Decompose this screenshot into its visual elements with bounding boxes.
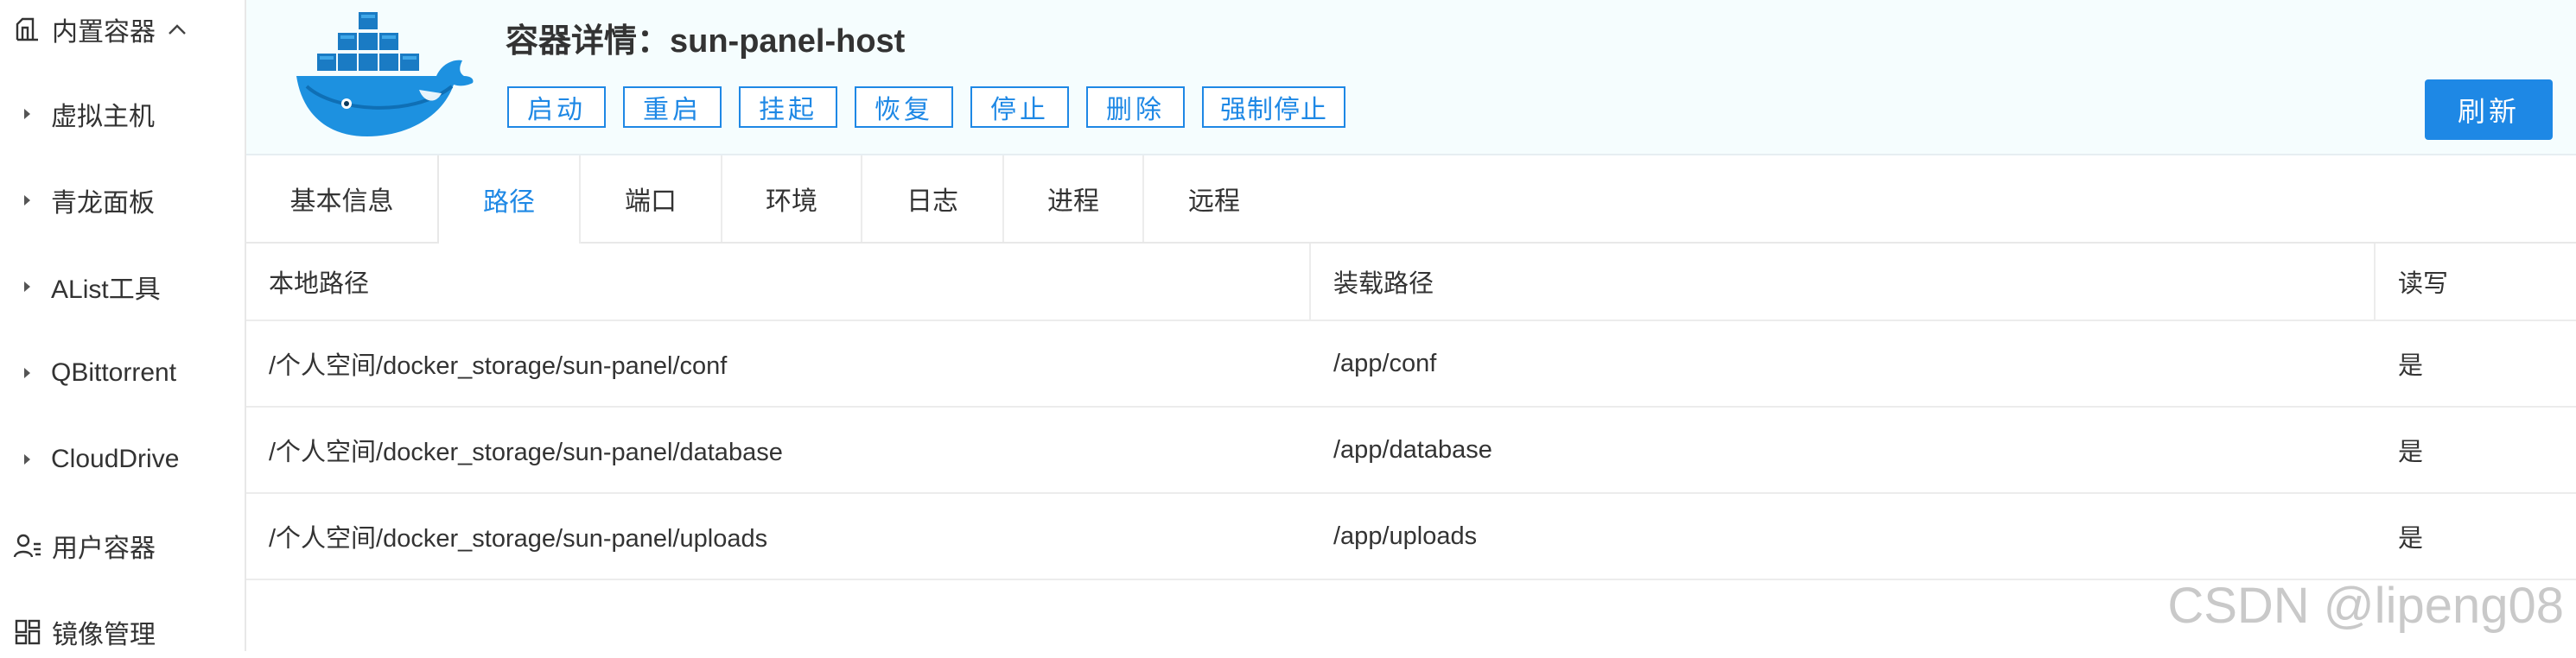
- tab-basic-info[interactable]: 基本信息: [246, 155, 439, 242]
- table-header-row: 本地路径 装载路径 读写: [246, 244, 2576, 321]
- sidebar-group-builtin-containers[interactable]: 内置容器: [0, 3, 187, 55]
- watermark: CSDN @lipeng08: [2167, 578, 2564, 634]
- column-header-mount-path: 装载路径: [1311, 244, 2376, 320]
- sidebar-item-label: 镜像管理: [52, 621, 156, 649]
- sidebar-item-alist[interactable]: AList工具: [0, 261, 161, 313]
- caret-right-icon: [24, 454, 30, 465]
- detail-tabs: 基本信息 路径 端口 环境 日志 进程 远程: [246, 155, 2576, 244]
- tab-environment[interactable]: 环境: [722, 155, 862, 242]
- mount-path-cell: /app/uploads: [1333, 522, 1478, 550]
- tab-paths[interactable]: 路径: [437, 155, 581, 244]
- user-icon: [12, 530, 43, 561]
- column-header-read-write: 读写: [2398, 270, 2449, 298]
- mount-path-cell: /app/database: [1333, 435, 1492, 464]
- sidebar-item-virtual-host[interactable]: 虚拟主机: [0, 88, 155, 140]
- restart-button[interactable]: 重启: [623, 86, 722, 128]
- delete-button[interactable]: 删除: [1086, 86, 1185, 128]
- force-stop-button[interactable]: 强制停止: [1202, 86, 1345, 128]
- table-row: /个人空间/docker_storage/sun-panel/conf /app…: [246, 321, 2576, 408]
- refresh-button[interactable]: 刷新: [2425, 79, 2553, 140]
- caret-right-icon: [24, 282, 30, 292]
- resume-button[interactable]: 恢复: [855, 86, 953, 128]
- container-action-bar: 启动 重启 挂起 恢复 停止 删除 强制停止: [507, 86, 1345, 128]
- tab-logs[interactable]: 日志: [862, 155, 1004, 242]
- read-write-cell: 是: [2398, 525, 2424, 553]
- sidebar-item-image-management[interactable]: 镜像管理: [0, 606, 156, 658]
- sidebar: 内置容器 虚拟主机 青龙面板 AList工具 QBittorrent Cloud…: [0, 0, 246, 651]
- chevron-up-icon[interactable]: [168, 23, 187, 35]
- docker-logo-icon: [289, 7, 475, 149]
- sidebar-item-user-containers[interactable]: 用户容器: [0, 520, 156, 572]
- sidebar-item-label: 用户容器: [52, 535, 156, 563]
- container-detail-header: 容器详情：sun-panel-host 启动 重启 挂起 恢复 停止 删除 强制…: [246, 0, 2576, 155]
- tab-ports[interactable]: 端口: [581, 155, 722, 242]
- local-path-cell: /个人空间/docker_storage/sun-panel/conf: [269, 352, 728, 380]
- caret-right-icon: [24, 195, 30, 206]
- page-title: 容器详情：sun-panel-host: [506, 23, 906, 60]
- sidebar-item-qinglong[interactable]: 青龙面板: [0, 174, 155, 226]
- mount-path-cell: /app/conf: [1333, 349, 1437, 377]
- read-write-cell: 是: [2398, 439, 2424, 466]
- sidebar-item-clouddrive[interactable]: CloudDrive: [0, 433, 179, 485]
- local-path-cell: /个人空间/docker_storage/sun-panel/database: [269, 439, 783, 466]
- sidebar-group-label: 内置容器: [52, 18, 156, 47]
- read-write-cell: 是: [2398, 352, 2424, 380]
- start-button[interactable]: 启动: [507, 86, 606, 128]
- table-row: /个人空间/docker_storage/sun-panel/uploads /…: [246, 494, 2576, 580]
- stop-button[interactable]: 停止: [970, 86, 1069, 128]
- sidebar-item-label: 虚拟主机: [51, 103, 155, 131]
- local-path-cell: /个人空间/docker_storage/sun-panel/uploads: [269, 525, 768, 553]
- grid-icon: [12, 617, 43, 648]
- tab-processes[interactable]: 进程: [1004, 155, 1144, 242]
- table-row: /个人空间/docker_storage/sun-panel/database …: [246, 408, 2576, 494]
- column-header-local-path: 本地路径: [246, 244, 1311, 320]
- sidebar-item-label: CloudDrive: [51, 445, 180, 473]
- sidebar-item-label: 青龙面板: [51, 189, 155, 218]
- pause-button[interactable]: 挂起: [739, 86, 837, 128]
- sidebar-item-label: QBittorrent: [51, 358, 177, 387]
- tab-remote[interactable]: 远程: [1144, 155, 1284, 242]
- caret-right-icon: [24, 109, 30, 119]
- caret-right-icon: [24, 368, 30, 378]
- sidebar-item-label: AList工具: [51, 275, 161, 304]
- sidebar-item-qbittorrent[interactable]: QBittorrent: [0, 347, 176, 399]
- container-icon: [12, 14, 43, 45]
